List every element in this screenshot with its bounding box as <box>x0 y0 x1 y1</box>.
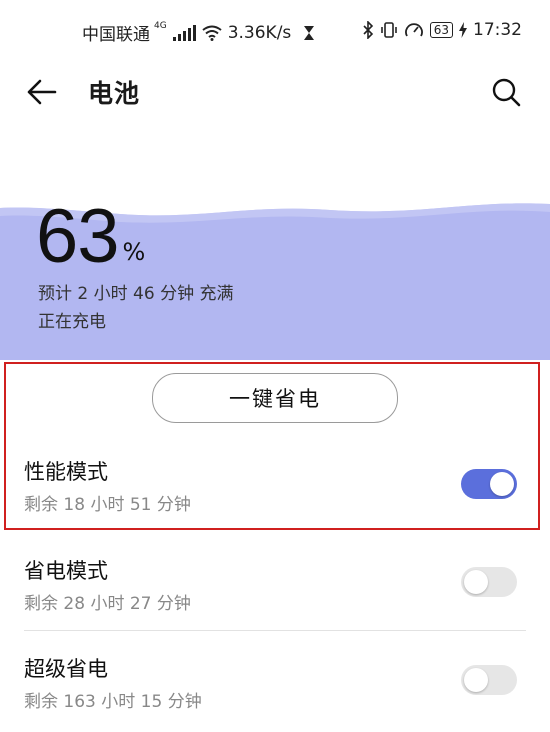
app-header: 电池 <box>0 62 550 122</box>
bluetooth-icon <box>363 21 373 39</box>
status-bar-right: 63 17:32 <box>362 20 522 40</box>
charging-bolt-icon <box>459 22 467 38</box>
status-bar: 中国联通 4G 3.36K/s 63 17:32 <box>0 0 550 62</box>
mode-title: 性能模式 <box>24 460 108 484</box>
mode-row-ultra-saving: 超级省电 剩余 163 小时 15 分钟 <box>0 636 550 732</box>
toggle-knob <box>464 570 488 594</box>
mode-title: 省电模式 <box>24 559 108 583</box>
network-speed: 3.36K/s <box>227 22 292 43</box>
toggle-knob <box>464 668 488 692</box>
one-tap-power-save-button[interactable]: 一键省电 <box>152 373 398 423</box>
battery-status-panel: 63 % 预计 2 小时 46 分钟 充满 正在充电 <box>0 200 550 360</box>
status-bar-left: 中国联通 4G 3.36K/s <box>82 20 315 45</box>
network-type: 4G <box>154 20 167 31</box>
signal-icon <box>172 24 196 41</box>
battery-percent-sign: % <box>122 238 146 266</box>
mode-row-power-saving: 省电模式 剩余 28 小时 27 分钟 <box>0 538 550 634</box>
mode-remaining: 剩余 163 小时 15 分钟 <box>24 692 202 712</box>
wifi-icon <box>202 25 222 41</box>
battery-level-badge: 63 <box>429 22 453 38</box>
back-button[interactable] <box>22 72 62 112</box>
vibrate-icon <box>380 22 397 38</box>
charging-status: 正在充电 <box>38 312 106 332</box>
charge-estimate: 预计 2 小时 46 分钟 充满 <box>38 284 234 304</box>
clock-time: 17:32 <box>473 20 522 40</box>
page-title: 电池 <box>88 79 141 108</box>
search-button[interactable] <box>486 72 526 112</box>
search-icon <box>492 78 521 107</box>
hourglass-icon <box>304 25 315 40</box>
battery-percent: 63 % <box>36 200 145 280</box>
toggle-knob <box>490 472 514 496</box>
divider <box>24 630 526 631</box>
ultra-saving-mode-toggle[interactable] <box>461 665 517 695</box>
mode-remaining: 剩余 18 小时 51 分钟 <box>24 495 191 515</box>
mode-row-performance: 性能模式 剩余 18 小时 51 分钟 <box>0 440 550 536</box>
back-arrow-icon <box>27 79 57 105</box>
battery-percent-value: 63 <box>36 200 120 279</box>
performance-mode-toggle[interactable] <box>461 469 517 499</box>
carrier-name: 中国联通 <box>82 25 150 45</box>
speedometer-icon <box>404 23 423 37</box>
mode-remaining: 剩余 28 小时 27 分钟 <box>24 594 191 614</box>
power-saving-mode-toggle[interactable] <box>461 567 517 597</box>
mode-title: 超级省电 <box>24 657 108 681</box>
